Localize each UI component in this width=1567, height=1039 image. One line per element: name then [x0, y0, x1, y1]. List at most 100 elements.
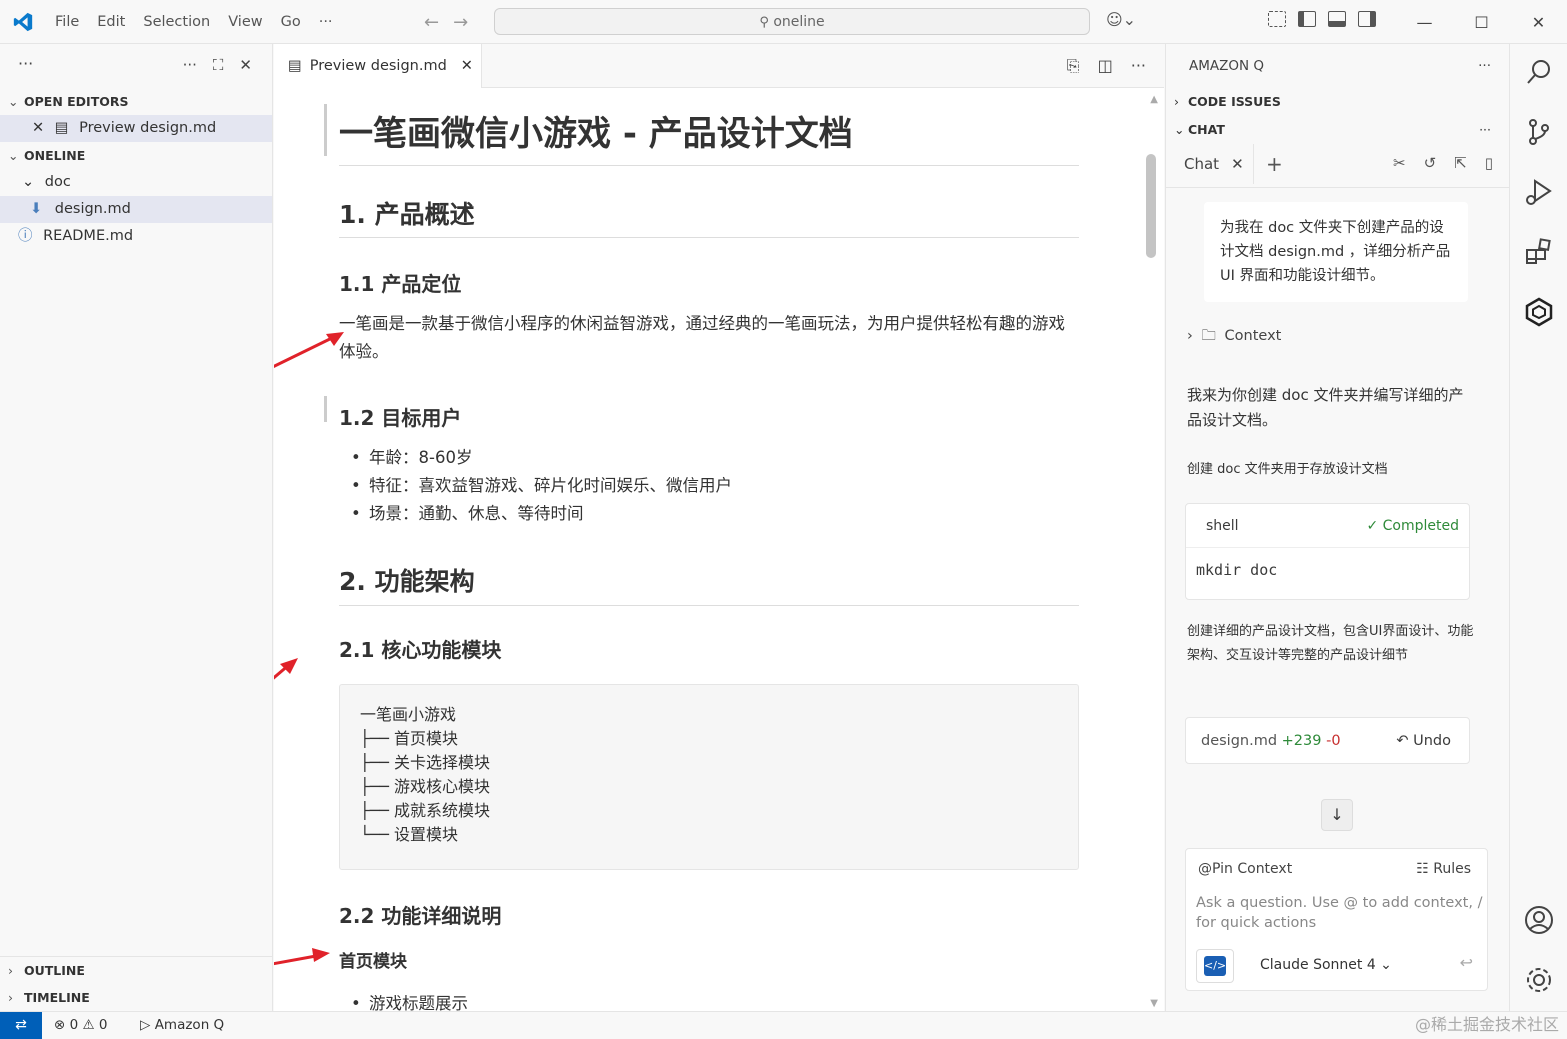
maximize-sidebar-icon[interactable]: ⛶ — [213, 56, 224, 74]
account-icon[interactable] — [1523, 904, 1555, 936]
chat-input-box: @Pin Context ☷ Rules Ask a question. Use… — [1185, 848, 1488, 991]
list-item: 游戏标题展示 — [369, 990, 1079, 1011]
markdown-file-icon: ⬇ — [30, 201, 43, 217]
model-selector[interactable]: Claude Sonnet 4 ⌄ — [1260, 957, 1392, 973]
undo-label: Undo — [1413, 733, 1451, 749]
split-editor-icon[interactable]: ◫ — [1098, 56, 1113, 76]
search-icon[interactable] — [1523, 56, 1555, 88]
file-readme-md[interactable]: ⓘ README.md — [0, 223, 272, 250]
close-sidebar-icon[interactable]: ✕ — [239, 56, 252, 74]
more-actions-icon[interactable]: ··· — [1131, 56, 1146, 76]
tree-line: ├── 游戏核心模块 — [360, 777, 490, 796]
undo-button[interactable]: ↶ Undo — [1396, 718, 1451, 765]
vscode-logo-icon — [13, 12, 33, 32]
outline-section[interactable]: › OUTLINE — [0, 957, 272, 984]
tab-preview-design[interactable]: ▤ Preview design.md ✕ — [274, 44, 482, 88]
diff-file-name: design.md — [1201, 733, 1278, 749]
close-tab-icon[interactable]: ✕ — [461, 58, 473, 74]
pin-context-button[interactable]: @Pin Context — [1198, 861, 1292, 877]
code-issues-title: CODE ISSUES — [1188, 94, 1281, 109]
send-icon[interactable]: ↩ — [1460, 953, 1473, 972]
file-label: README.md — [43, 228, 134, 244]
chevron-down-icon: ⌄ — [22, 174, 35, 190]
chat-section[interactable]: ⌄ CHAT ··· — [1166, 116, 1509, 144]
code-context-button[interactable]: </> — [1196, 949, 1234, 983]
homepage-list: 游戏标题展示 — [339, 990, 1079, 1011]
extensions-icon[interactable] — [1523, 236, 1555, 268]
menu-go[interactable]: Go — [272, 14, 310, 30]
markdown-document: 一笔画微信小游戏 - 产品设计文档 1. 产品概述 1.1 产品定位 一笔画是一… — [339, 102, 1079, 1011]
menu-more[interactable]: ··· — [310, 14, 342, 30]
heading-homepage-module: 首页模块 — [339, 952, 407, 972]
history-icon[interactable]: ↺ — [1424, 154, 1437, 172]
file-design-md[interactable]: ⬇ design.md — [0, 196, 272, 223]
tools-icon[interactable]: ✂ — [1393, 154, 1406, 172]
back-arrow-icon[interactable]: ← — [424, 12, 439, 33]
problems-indicator[interactable]: ⊗ 0 ⚠ 0 — [54, 1012, 108, 1038]
menu-file[interactable]: File — [46, 14, 88, 30]
file-diff-card[interactable]: design.md +239 -0 ↶ Undo — [1185, 717, 1470, 764]
heading-1: 1. 产品概述 — [339, 192, 1079, 238]
new-tab-icon[interactable]: + — [1266, 152, 1283, 176]
more-actions-icon[interactable]: ··· — [1478, 44, 1491, 88]
minimize-icon[interactable]: — — [1396, 13, 1453, 32]
toggle-panel-icon[interactable] — [1328, 11, 1346, 27]
rules-button[interactable]: ☷ Rules — [1416, 861, 1471, 877]
file-label: design.md — [54, 201, 131, 217]
explorer-more-icon[interactable]: ··· — [18, 54, 33, 73]
watermark: @稀土掘金技术社区 — [1414, 1015, 1559, 1034]
amazon-q-icon[interactable] — [1523, 296, 1555, 328]
model-label: Claude Sonnet 4 — [1260, 957, 1376, 973]
open-editors-section[interactable]: ⌄ OPEN EDITORS — [0, 88, 272, 115]
heading-1-1: 1.1 产品定位 — [339, 272, 462, 296]
toggle-secondary-sidebar-icon[interactable] — [1358, 11, 1376, 27]
chevron-right-icon: › — [1174, 94, 1179, 109]
open-editor-item[interactable]: ✕ ▤ Preview design.md — [0, 115, 272, 142]
remote-icon: ⇄ — [15, 1017, 27, 1033]
context-toggle[interactable]: › 🗀 Context — [1187, 325, 1477, 350]
folder-label: doc — [44, 174, 71, 190]
code-icon: </> — [1204, 956, 1226, 976]
menu-edit[interactable]: Edit — [88, 14, 134, 30]
scroll-down-icon[interactable]: ▼ — [1150, 998, 1158, 1009]
close-icon[interactable]: ✕ — [32, 120, 44, 136]
close-icon[interactable]: ✕ — [1231, 155, 1244, 173]
scrollbar-thumb[interactable] — [1146, 154, 1156, 258]
tree-line: 一笔画小游戏 — [360, 705, 457, 724]
copilot-icon[interactable]: ☺⌄ — [1106, 10, 1136, 29]
menu-view[interactable]: View — [219, 14, 271, 30]
toggle-primary-sidebar-icon[interactable] — [1298, 11, 1316, 27]
warning-count: 0 — [98, 1017, 108, 1033]
info-icon: ⓘ — [18, 228, 33, 244]
file-icon[interactable]: ▯ — [1485, 154, 1493, 172]
code-issues-section[interactable]: › CODE ISSUES — [1166, 88, 1509, 116]
chevron-right-icon: › — [8, 990, 13, 1005]
error-icon: ⊗ — [54, 1017, 66, 1033]
amazonq-status[interactable]: ▷ Amazon Q — [140, 1012, 224, 1038]
forward-arrow-icon[interactable]: → — [453, 12, 468, 33]
folder-doc[interactable]: ⌄ doc — [0, 169, 272, 196]
more-actions-icon[interactable]: ··· — [1479, 116, 1491, 144]
source-control-icon[interactable] — [1523, 116, 1555, 148]
amazonq-header: AMAZON Q ··· — [1166, 44, 1509, 88]
settings-gear-icon[interactable] — [1523, 964, 1555, 996]
scroll-up-icon[interactable]: ▲ — [1150, 94, 1158, 105]
open-source-icon[interactable]: ⎘ — [1067, 56, 1080, 76]
more-actions-icon[interactable]: ··· — [183, 56, 197, 74]
close-window-icon[interactable]: ✕ — [1510, 13, 1567, 32]
chat-input[interactable]: Ask a question. Use @ to add context, / … — [1196, 893, 1486, 933]
chat-tabs: Chat ✕ + ✂ ↺ ⇱ ▯ — [1166, 144, 1509, 188]
open-external-icon[interactable]: ⇱ — [1454, 154, 1467, 172]
scroll-to-bottom-button[interactable]: ↓ — [1321, 799, 1353, 831]
run-debug-icon[interactable] — [1523, 176, 1555, 208]
remote-indicator[interactable]: ⇄ — [0, 1012, 42, 1039]
tab-chat[interactable]: Chat ✕ — [1166, 144, 1254, 184]
diff-removed: -0 — [1326, 733, 1341, 749]
timeline-section[interactable]: › TIMELINE — [0, 984, 272, 1011]
menu-selection[interactable]: Selection — [134, 14, 219, 30]
command-center-search[interactable]: ⚲ oneline — [494, 8, 1090, 35]
maximize-icon[interactable]: ☐ — [1453, 13, 1510, 32]
check-icon: ✓ — [1366, 518, 1383, 534]
project-section[interactable]: ⌄ ONELINE — [0, 142, 272, 169]
customize-layout-icon[interactable] — [1268, 11, 1286, 27]
